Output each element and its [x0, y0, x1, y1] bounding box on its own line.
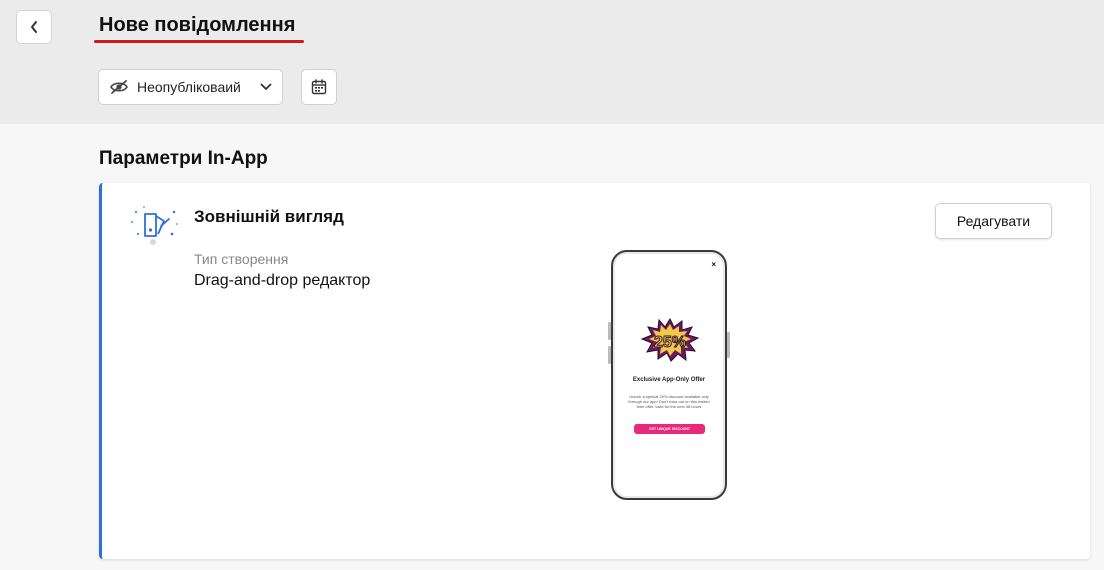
appearance-card: Зовнішній вигляд Тип створення Drag-and-… [99, 183, 1090, 559]
promo-body: Unlock a special 25% discount available … [628, 394, 710, 409]
phone-side-button [727, 332, 730, 358]
back-button[interactable] [16, 10, 52, 44]
card-title: Зовнішній вигляд [194, 207, 344, 226]
badge-text: 25% [654, 334, 686, 351]
promo-title: Exclusive App-Only Offer [632, 377, 706, 383]
creation-type-value: Drag-and-drop редактор [194, 272, 371, 289]
appearance-icon [130, 206, 178, 245]
phone-preview: × 25% Exclusive App-Only Offer Unlock a … [608, 250, 730, 500]
close-icon[interactable]: × [711, 261, 716, 269]
section-title: Параметри In-App [99, 148, 268, 169]
chevron-left-icon [31, 21, 37, 33]
schedule-calendar-button[interactable] [301, 69, 337, 105]
phone-side-button [608, 346, 611, 364]
phone-side-button [608, 322, 611, 340]
top-bar: Нове повідомлення Неопубліковаий [0, 0, 1104, 124]
edit-button[interactable]: Редагувати [935, 203, 1052, 239]
discount-badge: 25% [640, 318, 700, 362]
status-label: Неопубліковаий [137, 79, 241, 95]
chevron-down-icon [260, 83, 272, 90]
title-underline [94, 40, 304, 43]
page-title: Нове повідомлення [99, 14, 296, 36]
status-dropdown[interactable]: Неопубліковаий [98, 69, 283, 105]
eye-off-icon [110, 80, 128, 94]
creation-type-label: Тип створення [194, 251, 289, 267]
promo-button[interactable]: GET UNIQUE DISCOUNT [634, 424, 705, 434]
calendar-icon [311, 79, 327, 95]
